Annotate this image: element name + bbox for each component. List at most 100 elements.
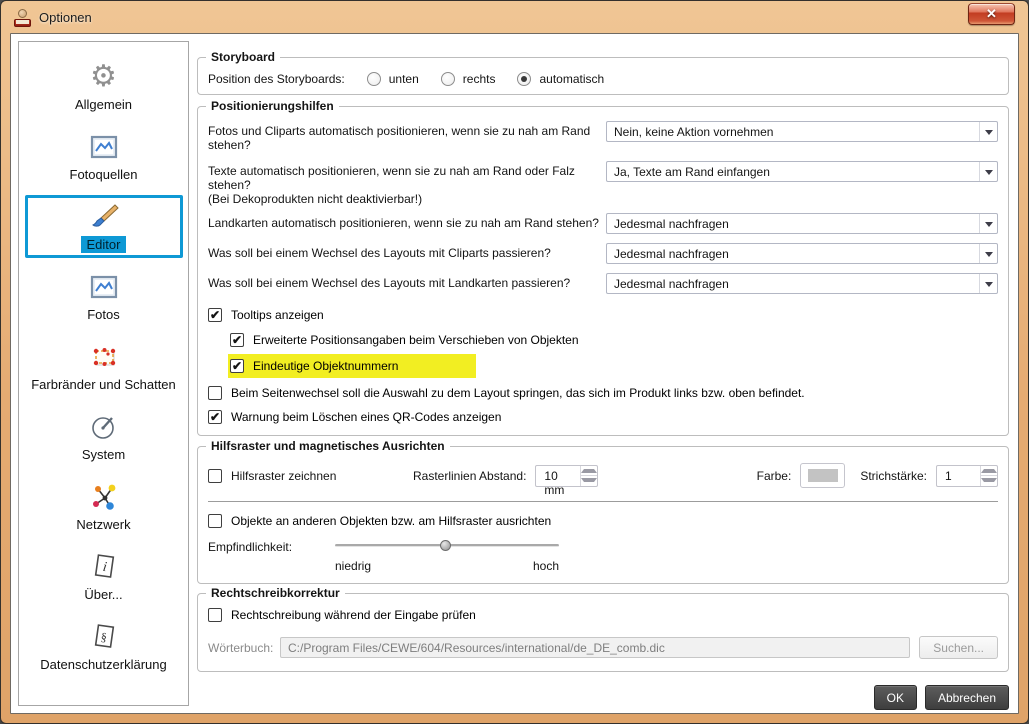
color-swatch-button[interactable] (800, 463, 846, 488)
spinner-down-icon[interactable] (581, 475, 598, 486)
selection-frame-icon (88, 341, 120, 373)
settings-panel: Storyboard Position des Storyboards: unt… (195, 41, 1011, 710)
close-icon: ✕ (986, 6, 997, 21)
sidebar-item-fotos[interactable]: Fotos (25, 265, 183, 328)
strichstaerke-label: Strichstärke: (860, 468, 927, 483)
spinner-down-icon[interactable] (981, 475, 997, 486)
gear-icon: ⚙ (90, 60, 117, 93)
group-positionierungshilfen: Positionierungshilfen Fotos und Cliparts… (197, 99, 1009, 436)
radio-rechts[interactable] (440, 72, 455, 86)
sidebar-item-label: System (81, 447, 126, 462)
chevron-down-icon[interactable] (979, 122, 997, 141)
rasterlinien-abstand-label: Rasterlinien Abstand: (413, 468, 527, 483)
radio-label: automatisch (539, 72, 605, 86)
radio-label: unten (388, 72, 419, 86)
question-label: Fotos und Cliparts automatisch positioni… (208, 124, 591, 152)
radio-option-automatisch[interactable]: automatisch (517, 72, 604, 86)
dropdown-fotos-cliparts[interactable]: Nein, keine Aktion vornehmen (606, 121, 998, 142)
checkbox-positionsangaben[interactable]: ✔ Erweiterte Positionsangaben beim Versc… (230, 333, 998, 347)
sidebar-item-farbraender[interactable]: Farbränder und Schatten (25, 335, 183, 398)
question-label: Landkarten automatisch positionieren, we… (208, 216, 599, 230)
checkbox[interactable]: ✔ (208, 608, 222, 622)
radio-automatisch[interactable] (517, 72, 532, 86)
separator (208, 501, 998, 502)
radio-unten[interactable] (366, 72, 381, 86)
chevron-down-icon[interactable] (979, 244, 997, 263)
sidebar-item-datenschutz[interactable]: § Datenschutzerklärung (25, 615, 183, 678)
checkbox-label: Rechtschreibung während der Eingabe prüf… (231, 608, 476, 622)
ok-button[interactable]: OK (873, 685, 917, 710)
checkbox-label: Hilfsraster zeichnen (231, 468, 337, 483)
group-title: Storyboard (206, 50, 281, 64)
checkbox[interactable]: ✔ (208, 308, 222, 322)
stroke-value: 1 (945, 468, 952, 483)
options-dialog: Optionen ✕ ⚙ Allgemein Fotoquellen Edito… (0, 0, 1029, 724)
paragraph-page-icon: § (89, 621, 119, 653)
checkbox-label: Warnung beim Löschen eines QR-Codes anze… (231, 410, 502, 424)
chevron-down-icon[interactable] (979, 162, 997, 181)
sensitivity-slider[interactable] (335, 539, 559, 552)
checkbox-objekte-ausrichten[interactable]: ✔ Objekte an anderen Objekten bzw. am Hi… (208, 514, 998, 528)
checkbox-objektnummern[interactable]: ✔ Eindeutige Objektnummern (228, 354, 477, 378)
titlebar[interactable]: Optionen ✕ (1, 1, 1028, 34)
chevron-down-icon[interactable] (979, 214, 997, 233)
dropdown-value: Jedesmal nachfragen (614, 246, 729, 261)
checkbox-seitenwechsel[interactable]: ✔ Beim Seitenwechsel soll die Auswahl zu… (208, 386, 998, 400)
checkbox-label: Erweiterte Positionsangaben beim Verschi… (253, 333, 579, 347)
window-title: Optionen (39, 10, 92, 25)
cancel-button[interactable]: Abbrechen (924, 685, 1009, 710)
checkbox[interactable]: ✔ (208, 468, 222, 483)
checkbox-hilfsraster[interactable]: ✔ Hilfsraster zeichnen (208, 468, 413, 483)
spinner-up-icon[interactable] (581, 466, 598, 476)
spacing-spinner[interactable]: 10 mm (535, 464, 599, 497)
storyboard-position-label: Position des Storyboards: (208, 72, 345, 86)
spacing-value: 10 mm (544, 468, 565, 497)
brush-icon (89, 201, 119, 233)
sidebar-item-ueber[interactable]: i Über... (25, 545, 183, 608)
checkbox-qr-warnung[interactable]: ✔ Warnung beim Löschen eines QR-Codes an… (208, 410, 998, 424)
checkbox[interactable]: ✔ (208, 410, 222, 424)
question-label: Was soll bei einem Wechsel des Layouts m… (208, 276, 571, 290)
grid-color-swatch (807, 469, 838, 482)
slider-thumb[interactable] (439, 540, 451, 551)
group-title: Rechtschreibkorrektur (206, 586, 345, 600)
checkbox-label: Beim Seitenwechsel soll die Auswahl zu d… (231, 386, 805, 400)
dropdown-layout-cliparts[interactable]: Jedesmal nachfragen (606, 243, 998, 264)
group-storyboard: Storyboard Position des Storyboards: unt… (197, 50, 1009, 95)
farbe-label: Farbe: (756, 468, 792, 483)
dropdown-value: Nein, keine Aktion vornehmen (614, 124, 774, 139)
checkbox[interactable]: ✔ (230, 359, 244, 373)
close-button[interactable]: ✕ (968, 3, 1015, 25)
radio-option-rechts[interactable]: rechts (440, 72, 496, 86)
slider-min-label: niedrig (335, 559, 372, 573)
chevron-down-icon[interactable] (979, 274, 997, 293)
sidebar-item-netzwerk[interactable]: Netzwerk (25, 475, 183, 538)
slider-max-label: hoch (532, 559, 559, 573)
question-sublabel: (Bei Dekoprodukten nicht deaktivierbar!) (208, 192, 423, 206)
gauge-icon (89, 411, 119, 443)
sidebar-item-system[interactable]: System (25, 405, 183, 468)
network-icon (88, 481, 120, 513)
dictionary-path-input[interactable] (280, 637, 911, 658)
sidebar-item-label: Fotos (87, 307, 120, 322)
stroke-spinner[interactable]: 1 (936, 464, 998, 487)
sidebar-item-label: Datenschutzerklärung (40, 657, 167, 672)
dropdown-landkarten[interactable]: Jedesmal nachfragen (606, 213, 998, 234)
dropdown-layout-landkarten[interactable]: Jedesmal nachfragen (606, 273, 998, 294)
radio-label: rechts (462, 72, 496, 86)
dropdown-value: Jedesmal nachfragen (614, 216, 729, 231)
sidebar-item-allgemein[interactable]: ⚙ Allgemein (25, 55, 183, 118)
sidebar-item-fotoquellen[interactable]: Fotoquellen (25, 125, 183, 188)
checkbox-label: Objekte an anderen Objekten bzw. am Hilf… (231, 514, 552, 528)
sidebar-item-editor[interactable]: Editor (24, 195, 183, 258)
question-label: Was soll bei einem Wechsel des Layouts m… (208, 246, 551, 260)
checkbox-rechtschreibung[interactable]: ✔ Rechtschreibung während der Eingabe pr… (208, 608, 998, 622)
spinner-up-icon[interactable] (981, 466, 997, 476)
radio-option-unten[interactable]: unten (366, 72, 419, 86)
checkbox-tooltips[interactable]: ✔ Tooltips anzeigen (208, 308, 998, 322)
checkbox[interactable]: ✔ (208, 514, 222, 528)
suchen-button[interactable]: Suchen... (919, 636, 998, 659)
checkbox[interactable]: ✔ (230, 333, 244, 347)
dropdown-texte[interactable]: Ja, Texte am Rand einfangen (606, 161, 998, 182)
checkbox[interactable]: ✔ (208, 386, 222, 400)
